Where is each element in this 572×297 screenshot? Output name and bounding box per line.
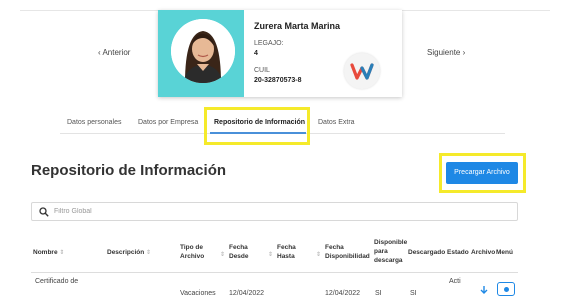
tab-datos-extra[interactable]: Datos Extra <box>318 119 355 126</box>
legajo-value: 4 <box>254 50 258 57</box>
tab-datos-por-empresa[interactable]: Datos por Empresa <box>138 119 198 126</box>
download-icon[interactable] <box>479 285 489 295</box>
column-header-tipo[interactable]: Tipo de Archivo <box>180 243 220 261</box>
column-header-descargado[interactable]: Descargado <box>408 248 445 257</box>
column-header-disponible[interactable]: Disponible para descarga <box>374 238 410 265</box>
company-logo-icon <box>344 53 380 89</box>
column-header-estado[interactable]: Estado <box>447 248 469 257</box>
previous-employee-link[interactable]: ‹ Anterior <box>98 48 130 57</box>
column-header-fecha-desde[interactable]: Fecha Desde <box>229 243 255 261</box>
cell-estado: Acti <box>449 278 461 285</box>
menu-dot-icon <box>504 287 509 292</box>
cell-fecha-desde: 12/04/2022 <box>229 290 265 297</box>
highlight-box-tab <box>204 107 310 145</box>
tab-datos-personales[interactable]: Datos personales <box>67 119 121 126</box>
table-header-divider <box>31 272 518 273</box>
cell-nombre: Certificado de <box>35 278 79 285</box>
employee-name: Zurera Marta Marina <box>254 21 341 31</box>
global-filter <box>31 202 518 221</box>
avatar <box>171 19 235 83</box>
column-header-fecha-disponibilidad[interactable]: Fecha Disponibilidad <box>325 243 373 261</box>
row-menu-button[interactable] <box>497 282 515 296</box>
search-input[interactable] <box>54 204 494 219</box>
search-icon <box>39 207 49 217</box>
cuil-value: 20-32870573-8 <box>254 77 302 84</box>
sort-icon: ⇕ <box>146 250 152 256</box>
column-header-fecha-hasta[interactable]: Fecha Hasta <box>277 243 303 261</box>
legajo-label: LEGAJO: <box>254 40 284 47</box>
column-header-descripcion[interactable]: Descripción ⇕ <box>107 248 151 258</box>
cell-descargado: SI <box>410 290 417 297</box>
column-header-nombre[interactable]: Nombre ⇕ <box>33 248 64 258</box>
cell-tipo: Vacaciones <box>180 290 216 297</box>
column-header-menu: Menú <box>496 249 513 256</box>
next-employee-link[interactable]: Siguiente › <box>427 48 465 57</box>
employee-card: Zurera Marta Marina LEGAJO: 4 CUIL 20-32… <box>158 10 402 97</box>
sort-icon: ⇕ <box>220 252 226 258</box>
sort-icon: ⇕ <box>59 250 65 256</box>
sort-icon: ⇕ <box>268 252 274 258</box>
sort-icon: ⇕ <box>316 252 322 258</box>
cell-fecha-disponibilidad: 12/04/2022 <box>325 290 361 297</box>
cuil-label: CUIL <box>254 67 270 74</box>
photo-background <box>158 10 244 97</box>
column-header-archivo[interactable]: Archivo <box>471 248 495 257</box>
precargar-archivo-button[interactable]: Precargar Archivo <box>446 162 518 184</box>
page-title: Repositorio de Información <box>31 162 227 179</box>
cell-disponible: SI <box>375 290 382 297</box>
